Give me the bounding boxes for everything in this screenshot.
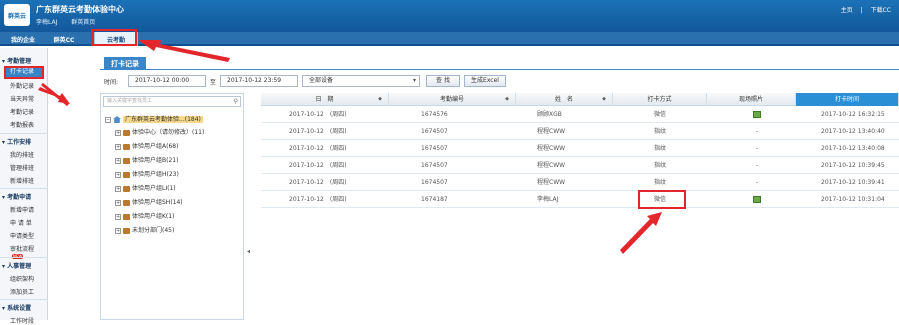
- table-header: 日 期 ◆ 考勤编号 ◆ 姓 名 ◆ 打卡方式 现场照片 打卡时间: [261, 93, 899, 106]
- to-label: 至: [210, 79, 217, 86]
- folder-icon: [123, 199, 130, 206]
- sidebar-item-new-request[interactable]: 新增申请: [10, 205, 34, 214]
- current-user: 李梅LAJ: [36, 19, 58, 26]
- employee-search-input[interactable]: 输入关键字查找员工 ⚲: [103, 96, 241, 107]
- time-label: 时间:: [104, 79, 119, 86]
- column-date[interactable]: 日 期 ◆: [261, 93, 389, 106]
- table-row[interactable]: 2017-10-12 (周四) 1674507 程程CWW 指纹 - 2017-…: [261, 123, 899, 140]
- tree-root[interactable]: − 广东群英云考勤体验...(184): [105, 114, 203, 123]
- tree-node[interactable]: + 体验用户组H(23): [115, 169, 179, 178]
- tree-node[interactable]: + 体验用户组LI(1): [115, 183, 176, 192]
- expand-icon[interactable]: +: [115, 227, 121, 234]
- tree-node[interactable]: + 体验中心（请勿修改）(11): [115, 127, 204, 136]
- sort-icon[interactable]: ◆: [378, 93, 382, 106]
- table-row[interactable]: 2017-10-12 (周四) 1674576 顾顾XGB 微信 2017-10…: [261, 106, 899, 123]
- app-title: 广东群英云考勤体验中心: [36, 5, 124, 14]
- folder-icon: [123, 157, 130, 164]
- sidebar-item-request-types[interactable]: 申请类型: [10, 231, 34, 240]
- expand-icon[interactable]: +: [115, 171, 121, 178]
- sidebar-item-request-forms[interactable]: 申 请 单: [10, 218, 32, 227]
- tree-node[interactable]: + 体验用户组SH(14): [115, 197, 183, 206]
- sort-icon[interactable]: ◆: [602, 93, 606, 106]
- tree-node[interactable]: + 体验用户组K(1): [115, 211, 174, 220]
- device-select[interactable]: 全部设备: [302, 75, 420, 87]
- sidebar-item-manage-schedule[interactable]: 管理排班: [10, 163, 34, 172]
- sidebar-group-attendance[interactable]: ▾ 考勤管理: [2, 56, 31, 65]
- start-date-input[interactable]: 2017-10-12 00:00: [128, 75, 206, 87]
- column-photo[interactable]: 现场照片: [707, 93, 796, 106]
- export-excel-button[interactable]: 生成Excel: [464, 75, 506, 87]
- column-time[interactable]: 打卡时间: [796, 93, 899, 106]
- home-link[interactable]: 群英首页: [71, 19, 95, 26]
- highlight-box-nav-tab: [91, 29, 137, 46]
- folder-icon: [123, 185, 130, 192]
- table-row[interactable]: 2017-10-12 (周四) 1674507 程程CWW 指纹 - 2017-…: [261, 174, 899, 191]
- sidebar-item-today-exceptions[interactable]: 当天异常: [10, 94, 34, 103]
- expand-icon[interactable]: +: [115, 157, 121, 164]
- table-row[interactable]: 2017-10-12 (周四) 1674507 程程CWW 指纹 - 2017-…: [261, 140, 899, 157]
- sort-icon[interactable]: ◆: [505, 93, 509, 106]
- folder-icon: [123, 171, 130, 178]
- search-button[interactable]: 查 找: [426, 75, 460, 87]
- expand-icon[interactable]: +: [115, 129, 121, 136]
- collapse-pane-icon[interactable]: ◂: [247, 248, 250, 255]
- company-icon: [113, 116, 121, 123]
- expand-icon[interactable]: +: [115, 185, 121, 192]
- tree-node[interactable]: + 体验用户组B(21): [115, 155, 178, 164]
- sidebar-item-add-schedule[interactable]: 新增排班: [10, 176, 34, 185]
- sidebar-item-add-employee[interactable]: 添加员工: [10, 287, 34, 296]
- column-name[interactable]: 姓 名 ◆: [516, 93, 613, 106]
- arrow-to-method-cell: [620, 212, 662, 254]
- expand-icon[interactable]: +: [115, 213, 121, 220]
- sidebar-group-hr[interactable]: ▾ 人事管理: [2, 261, 31, 270]
- end-date-input[interactable]: 2017-10-12 23:59: [220, 75, 298, 87]
- folder-icon: [123, 227, 130, 234]
- user-line: 李梅LAJ 群英首页: [36, 17, 107, 26]
- highlight-box-wechat-method: [638, 190, 686, 209]
- collapse-icon[interactable]: −: [105, 116, 111, 123]
- folder-icon: [123, 129, 130, 136]
- sidebar: ▾ 考勤管理 打卡记录 外勤记录 当天异常 考勤记录 考勤报表 ▾ 工作安排 我…: [0, 48, 48, 325]
- sidebar-item-work-periods[interactable]: 工作时段: [10, 316, 34, 325]
- logo: 群英云: [4, 4, 30, 26]
- sidebar-item-attendance-records[interactable]: 考勤记录: [10, 107, 34, 116]
- expand-icon[interactable]: +: [115, 143, 121, 150]
- highlight-box-sidebar-item: [4, 66, 44, 79]
- photo-thumbnail-icon[interactable]: [753, 196, 761, 203]
- tree-node[interactable]: + 体验用户组A(68): [115, 141, 178, 150]
- sidebar-item-field-records[interactable]: 外勤记录: [10, 81, 34, 90]
- column-code[interactable]: 考勤编号 ◆: [389, 93, 516, 106]
- search-icon[interactable]: ⚲: [234, 97, 238, 106]
- sidebar-item-my-schedule[interactable]: 我的排班: [10, 150, 34, 159]
- photo-thumbnail-icon[interactable]: [753, 111, 761, 118]
- folder-icon: [123, 213, 130, 220]
- tab-my-enterprise[interactable]: 我的企业: [2, 32, 44, 46]
- table-row[interactable]: 2017-10-12 (周四) 1674187 李梅LAJ 微信 2017-10…: [261, 191, 899, 208]
- folder-icon: [123, 143, 130, 150]
- sidebar-group-settings[interactable]: ▾ 系统设置: [2, 303, 31, 312]
- tab-divider: [100, 69, 899, 70]
- tree-node[interactable]: + 未划分部门(45): [115, 225, 174, 234]
- sidebar-group-requests[interactable]: ▾ 考勤申请: [2, 192, 31, 201]
- sidebar-item-org-structure[interactable]: 组织架构: [10, 274, 34, 283]
- column-method[interactable]: 打卡方式: [613, 93, 707, 106]
- table-row[interactable]: 2017-10-12 (周四) 1674507 程程CWW 指纹 - 2017-…: [261, 157, 899, 174]
- sidebar-item-attendance-report[interactable]: 考勤报表: [10, 120, 34, 129]
- sidebar-group-scheduling[interactable]: ▾ 工作安排: [2, 137, 31, 146]
- header-links: 主页 | 下载CC: [840, 7, 891, 14]
- tab-qunying-cc[interactable]: 群英CC: [44, 32, 84, 46]
- download-cc-link[interactable]: 下载CC: [871, 7, 891, 14]
- department-tree: 输入关键字查找员工 ⚲ − 广东群英云考勤体验...(184) + 体验中心（请勿修…: [100, 93, 244, 320]
- app-header: 群英云 广东群英云考勤体验中心 李梅LAJ 群英首页 主页 | 下载CC: [0, 0, 899, 32]
- expand-icon[interactable]: +: [115, 199, 121, 206]
- home-page-link[interactable]: 主页: [841, 7, 853, 14]
